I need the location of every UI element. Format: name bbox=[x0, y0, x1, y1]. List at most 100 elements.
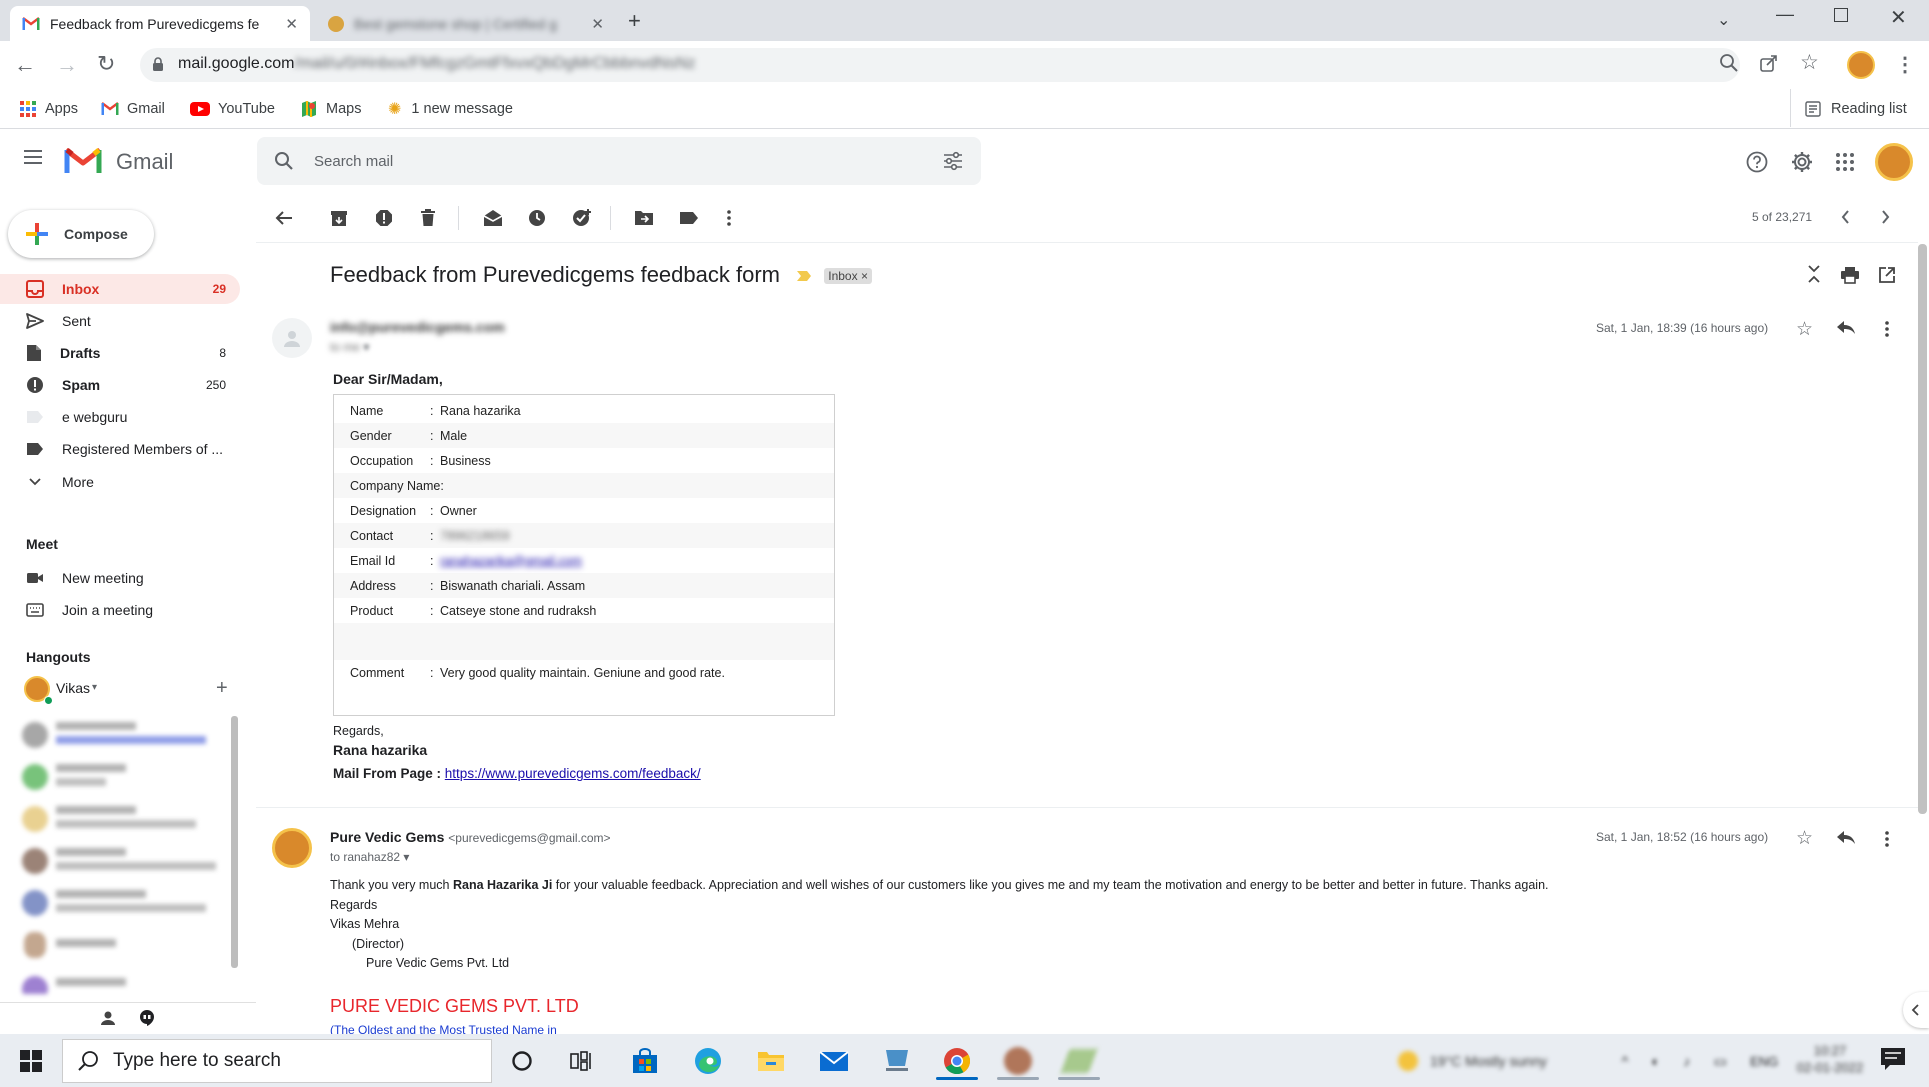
new-conversation-plus-icon[interactable]: + bbox=[216, 677, 228, 700]
minimize-icon[interactable]: — bbox=[1776, 4, 1794, 25]
compose-button[interactable]: Compose bbox=[8, 210, 154, 258]
nav-sent[interactable]: Sent bbox=[0, 306, 240, 336]
edge-browser-icon[interactable] bbox=[681, 1042, 735, 1080]
more-actions-icon[interactable] bbox=[713, 202, 745, 234]
hangouts-contact-row[interactable] bbox=[22, 718, 232, 752]
battery-icon[interactable]: ▭ bbox=[1714, 1053, 1727, 1070]
bookmark-new-message[interactable]: ✺ 1 new message bbox=[388, 96, 513, 122]
snooze-clock-icon[interactable] bbox=[521, 202, 553, 234]
message-more-icon[interactable] bbox=[1884, 830, 1890, 848]
volume-icon[interactable]: ♪ bbox=[1683, 1053, 1690, 1069]
hangouts-contact-row[interactable] bbox=[22, 844, 232, 878]
gmail-logo-icon[interactable] bbox=[64, 146, 102, 175]
nav-drafts[interactable]: Drafts 8 bbox=[0, 338, 240, 368]
network-icon[interactable]: ◐ bbox=[1652, 1053, 1660, 1069]
microsoft-store-icon[interactable] bbox=[618, 1042, 672, 1080]
hangouts-scrollbar[interactable] bbox=[231, 716, 238, 968]
file-explorer-icon[interactable] bbox=[744, 1042, 798, 1080]
back-to-inbox-icon[interactable] bbox=[268, 202, 300, 234]
hangouts-contact-row[interactable] bbox=[22, 760, 232, 794]
show-hidden-icons-chevron-icon[interactable]: ^ bbox=[1622, 1053, 1629, 1069]
search-options-icon[interactable] bbox=[943, 151, 963, 171]
nav-inbox[interactable]: Inbox 29 bbox=[0, 274, 240, 304]
system-tray[interactable]: ^ ◐ ♪ ▭ ENG bbox=[1610, 1048, 1790, 1074]
message1-sender[interactable]: info@purevedicgems.com bbox=[330, 319, 505, 335]
settings-gear-icon[interactable] bbox=[1790, 150, 1814, 174]
collapse-all-icon[interactable] bbox=[1806, 264, 1822, 284]
windows-start-icon[interactable] bbox=[20, 1050, 42, 1072]
message2-recipient[interactable]: to ranahaz82 ▾ bbox=[330, 850, 409, 864]
nav-label-e-webguru[interactable]: e webguru bbox=[0, 402, 240, 432]
nav-label-registered-members[interactable]: Registered Members of ... bbox=[0, 434, 240, 464]
star-icon[interactable]: ☆ bbox=[1796, 318, 1813, 341]
mark-unread-icon[interactable] bbox=[477, 202, 509, 234]
browser-menu-icon[interactable]: ⋮ bbox=[1895, 52, 1915, 77]
bookmark-gmail[interactable]: Gmail bbox=[101, 96, 165, 122]
close-tab-icon[interactable]: ✕ bbox=[285, 15, 298, 33]
main-scrollbar[interactable] bbox=[1918, 244, 1927, 814]
chrome-icon[interactable] bbox=[930, 1042, 984, 1080]
hangouts-user-name[interactable]: Vikas bbox=[56, 680, 90, 696]
sender-avatar[interactable] bbox=[272, 828, 312, 868]
close-tab-icon[interactable]: ✕ bbox=[591, 15, 604, 33]
google-apps-icon[interactable] bbox=[1835, 152, 1855, 172]
browser-tab-active[interactable]: Feedback from Purevedicgems fe ✕ bbox=[10, 6, 310, 41]
report-spam-icon[interactable] bbox=[368, 202, 400, 234]
move-to-icon[interactable] bbox=[628, 202, 660, 234]
profile-avatar[interactable] bbox=[1847, 51, 1875, 79]
hangouts-contact-row[interactable] bbox=[22, 970, 232, 994]
side-panel-toggle-chevron-icon[interactable] bbox=[1903, 992, 1929, 1028]
bookmark-star-icon[interactable]: ☆ bbox=[1800, 50, 1819, 75]
pinned-app-icon[interactable] bbox=[991, 1042, 1045, 1080]
delete-icon[interactable] bbox=[412, 202, 444, 234]
new-meeting-button[interactable]: New meeting bbox=[0, 563, 240, 593]
contacts-person-icon[interactable] bbox=[100, 1010, 116, 1026]
mail-app-icon[interactable] bbox=[807, 1042, 861, 1080]
add-to-tasks-icon[interactable] bbox=[566, 202, 598, 234]
remove-label-icon[interactable]: × bbox=[861, 269, 868, 283]
reading-list-button[interactable]: Reading list bbox=[1805, 96, 1907, 122]
join-meeting-button[interactable]: Join a meeting bbox=[0, 595, 240, 625]
nav-spam[interactable]: Spam 250 bbox=[0, 370, 240, 400]
help-icon[interactable] bbox=[1746, 151, 1768, 173]
recipient-details-chevron-icon[interactable]: ▾ bbox=[403, 850, 409, 864]
hangouts-contact-row[interactable] bbox=[22, 928, 232, 962]
notification-center-icon[interactable] bbox=[1880, 1047, 1906, 1071]
tab-search-chevron-icon[interactable]: ⌄ bbox=[1717, 10, 1730, 30]
newer-chevron-left-icon[interactable] bbox=[1838, 208, 1854, 226]
pinned-app-icon[interactable] bbox=[1052, 1042, 1106, 1080]
share-icon[interactable] bbox=[1759, 53, 1779, 73]
feedback-page-link[interactable]: https://www.purevedicgems.com/feedback/ bbox=[445, 766, 701, 781]
label-as-icon[interactable] bbox=[673, 202, 705, 234]
close-window-icon[interactable]: ✕ bbox=[1890, 5, 1907, 30]
message-more-icon[interactable] bbox=[1884, 320, 1890, 338]
reply-icon[interactable] bbox=[1836, 830, 1856, 846]
open-new-window-icon[interactable] bbox=[1878, 266, 1896, 284]
star-icon[interactable]: ☆ bbox=[1796, 827, 1813, 850]
hangouts-contact-row[interactable] bbox=[22, 886, 232, 920]
bookmark-apps[interactable]: Apps bbox=[20, 96, 78, 122]
cortana-icon[interactable] bbox=[495, 1042, 549, 1080]
sender-avatar[interactable] bbox=[272, 318, 312, 358]
inbox-label-chip[interactable]: Inbox × bbox=[824, 268, 872, 285]
message1-recipient[interactable]: to me ▾ bbox=[330, 340, 369, 354]
zoom-icon[interactable] bbox=[1719, 53, 1739, 73]
browser-tab-inactive[interactable]: Best gemstone shop | Certified g ✕ bbox=[316, 6, 616, 41]
remote-desktop-icon[interactable] bbox=[870, 1042, 924, 1080]
archive-icon[interactable] bbox=[323, 202, 355, 234]
importance-marker-icon[interactable] bbox=[796, 270, 812, 282]
taskbar-clock[interactable]: 10:27 02-01-2022 bbox=[1790, 1040, 1870, 1082]
main-menu-icon[interactable] bbox=[22, 148, 44, 166]
account-avatar[interactable] bbox=[1875, 143, 1913, 181]
hangouts-chat-icon[interactable] bbox=[138, 1009, 156, 1027]
email-link[interactable]: ranahazarika@gmail.com bbox=[440, 554, 582, 568]
bookmark-maps[interactable]: Maps bbox=[300, 96, 361, 122]
reply-icon[interactable] bbox=[1836, 320, 1856, 336]
restore-icon[interactable] bbox=[1834, 8, 1848, 22]
search-input[interactable]: Search mail bbox=[314, 153, 393, 170]
reload-icon[interactable]: ↻ bbox=[97, 51, 115, 77]
older-chevron-right-icon[interactable] bbox=[1877, 208, 1893, 226]
new-tab-icon[interactable]: + bbox=[628, 8, 641, 34]
hangouts-contact-row[interactable] bbox=[22, 802, 232, 836]
forward-icon[interactable]: → bbox=[56, 52, 78, 78]
